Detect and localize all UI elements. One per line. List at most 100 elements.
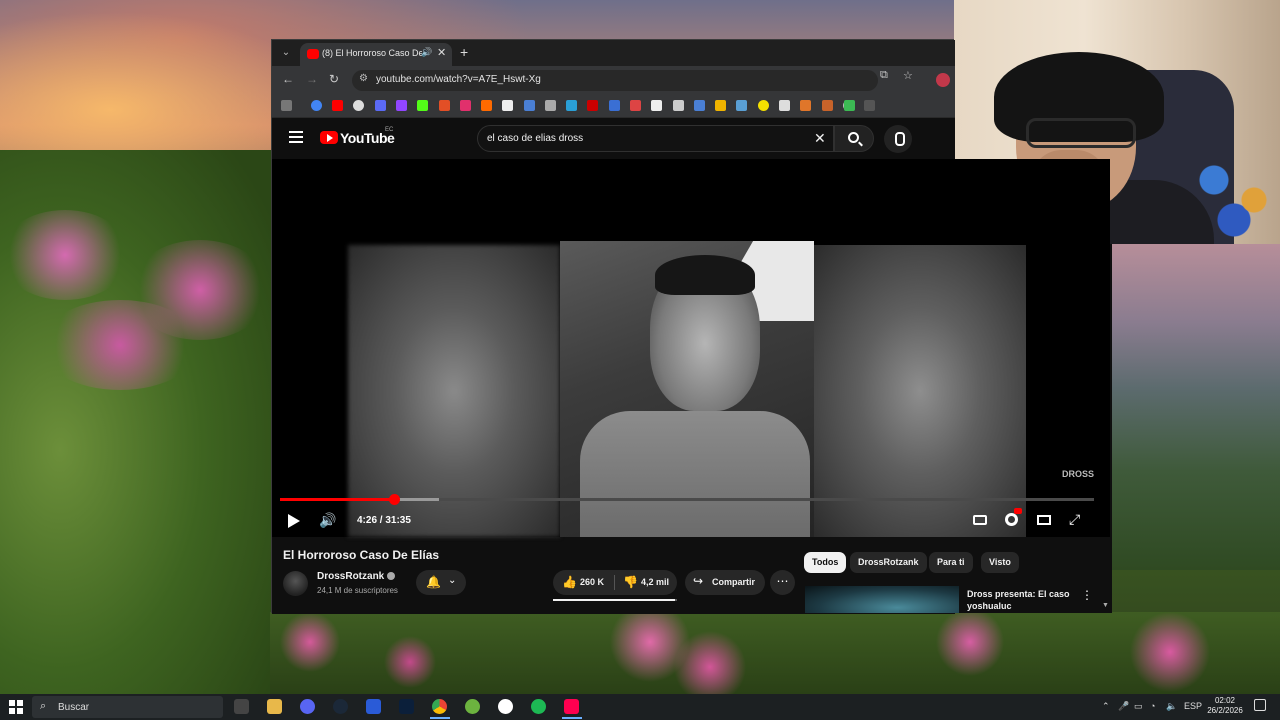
bookmark-icon[interactable] [566, 100, 577, 111]
bookmark-icon[interactable] [587, 100, 598, 111]
chip-todos[interactable]: Todos [804, 552, 847, 573]
clock[interactable]: 02:02 26/2/2026 [1200, 696, 1250, 716]
profile-avatar[interactable] [936, 73, 950, 87]
bookmark-icon[interactable] [609, 100, 620, 111]
bookmark-icon[interactable] [822, 100, 833, 111]
tab-close-icon[interactable]: ✕ [437, 46, 446, 59]
bookmark-icon[interactable] [864, 100, 875, 111]
channel-name[interactable]: DrossRotzank [317, 571, 384, 582]
bookmark-sheets-icon[interactable] [844, 100, 855, 111]
channel-avatar[interactable] [283, 571, 308, 596]
share-label: Compartir [712, 577, 756, 587]
theater-mode-icon[interactable] [1037, 515, 1051, 525]
webcam-person-glasses [1026, 118, 1136, 148]
chevron-down-icon: ⌄ [448, 575, 457, 586]
photoshop-icon[interactable] [399, 699, 414, 714]
bookmark-icon[interactable] [353, 100, 364, 111]
recommendation-title[interactable]: Dross presenta: El caso yoshualuc [967, 588, 1077, 612]
bookmark-icon[interactable] [779, 100, 790, 111]
like-ratio-fill [553, 599, 675, 601]
chip-visto[interactable]: Visto [981, 552, 1019, 573]
back-button[interactable]: ← [282, 72, 294, 86]
bookmark-google-icon[interactable] [311, 100, 322, 111]
wallpaper-flower-field [270, 612, 1280, 694]
browser-toolbar: ← → ↻ ⚙ youtube.com/watch?v=A7E_Hswt-Xg … [272, 66, 955, 94]
install-app-icon[interactable]: ⧉ [880, 69, 888, 82]
app-icon[interactable] [465, 699, 480, 714]
address-bar[interactable]: ⚙ youtube.com/watch?v=A7E_Hswt-Xg [352, 70, 878, 91]
app-icon[interactable] [498, 699, 513, 714]
bookmark-icon[interactable] [800, 100, 811, 111]
subtitles-icon[interactable] [973, 515, 987, 525]
bookmark-x-icon[interactable] [502, 100, 513, 111]
mic-icon[interactable]: 🎤 [1118, 701, 1129, 712]
bookmark-icon[interactable] [481, 100, 492, 111]
browser-tab-youtube[interactable]: (8) El Horroroso Caso De Elí 🔊 ✕ [300, 43, 452, 66]
bookmark-icon[interactable] [715, 100, 726, 111]
tab-search-icon[interactable]: ⌄ [278, 45, 294, 61]
share-button[interactable]: ↪ Compartir [685, 570, 765, 595]
scroll-down-arrow-icon[interactable]: ▼ [1102, 602, 1109, 609]
chip-channel[interactable]: DrossRotzank [850, 552, 927, 573]
recommendation-thumbnail[interactable] [805, 586, 959, 613]
search-icon: ⌕ [40, 700, 47, 712]
windows-start-icon[interactable] [9, 700, 23, 714]
bookmark-icon[interactable] [736, 100, 747, 111]
recommendation-more-icon[interactable]: ⋮ [1081, 588, 1093, 602]
bookmark-instagram-icon[interactable] [460, 100, 471, 111]
more-actions-button[interactable]: ⋯ [770, 570, 795, 595]
bookmark-icon[interactable] [439, 100, 450, 111]
bookmark-icon[interactable] [758, 100, 769, 111]
volume-icon[interactable]: 🔈 [1166, 701, 1177, 712]
bookmark-twitch-icon[interactable] [396, 100, 407, 111]
chip-para-ti[interactable]: Para ti [929, 552, 973, 573]
tab-audio-icon[interactable]: 🔊 [421, 47, 432, 58]
tray-chevron-icon[interactable]: ⌃ [1102, 701, 1110, 712]
chrome-active-indicator [430, 717, 450, 719]
bookmark-icon[interactable] [375, 100, 386, 111]
reload-button[interactable]: ↻ [329, 72, 339, 86]
epic-games-icon[interactable] [234, 699, 249, 714]
taskbar-search[interactable]: ⌕ Buscar [32, 696, 223, 718]
bookmark-star-icon[interactable]: ☆ [903, 69, 913, 82]
chrome-icon[interactable] [432, 699, 447, 714]
like-ratio-bar [553, 599, 677, 601]
dislike-icon[interactable]: 👎 [623, 575, 638, 589]
notification-icon[interactable] [1254, 699, 1266, 711]
bookmark-icon[interactable] [694, 100, 705, 111]
bookmark-icon[interactable] [673, 100, 684, 111]
file-explorer-icon[interactable] [267, 699, 282, 714]
tab-title: (8) El Horroroso Caso De Elí [322, 48, 422, 58]
site-info-icon[interactable]: ⚙ [359, 73, 368, 84]
bookmark-kick-icon[interactable] [417, 100, 428, 111]
fullscreen-icon[interactable]: ⤢ [1069, 511, 1080, 528]
dislike-count[interactable]: 4,2 mil [641, 577, 669, 587]
channel-watermark[interactable]: DROSS [1062, 469, 1094, 479]
like-icon[interactable]: 👍 [562, 575, 577, 589]
apps-grid-icon[interactable] [281, 100, 292, 111]
bell-icon: 🔔 [426, 575, 441, 589]
video-title: El Horroroso Caso De Elías [283, 548, 440, 562]
tiktok-icon[interactable] [564, 699, 579, 714]
clock-time: 02:02 [1214, 696, 1236, 705]
subscribed-button[interactable]: 🔔 ⌄ [416, 570, 466, 595]
bookmark-icon[interactable] [630, 100, 641, 111]
bookmark-icon[interactable] [545, 100, 556, 111]
discord-icon[interactable] [300, 699, 315, 714]
spotify-icon[interactable] [531, 699, 546, 714]
tray-icon[interactable]: ▭ [1134, 701, 1143, 712]
bookmark-youtube-icon[interactable] [332, 100, 343, 111]
bookmark-icon[interactable] [524, 100, 535, 111]
bookmark-notion-icon[interactable] [651, 100, 662, 111]
wallpaper-flowers [40, 300, 200, 390]
steam-icon[interactable] [333, 699, 348, 714]
forward-button[interactable]: → [306, 72, 318, 86]
vegas-icon[interactable] [366, 699, 381, 714]
video-info-area: El Horroroso Caso De Elías DrossRotzank … [272, 118, 955, 614]
settings-gear-icon[interactable] [1005, 513, 1018, 526]
like-count[interactable]: 260 K [580, 577, 604, 587]
taskbar-search-label: Buscar [58, 702, 90, 713]
new-tab-button[interactable]: + [460, 44, 468, 60]
filter-chips: Todos DrossRotzank Para ti Visto [804, 552, 1104, 574]
network-icon[interactable]: ◔ [1150, 701, 1155, 711]
